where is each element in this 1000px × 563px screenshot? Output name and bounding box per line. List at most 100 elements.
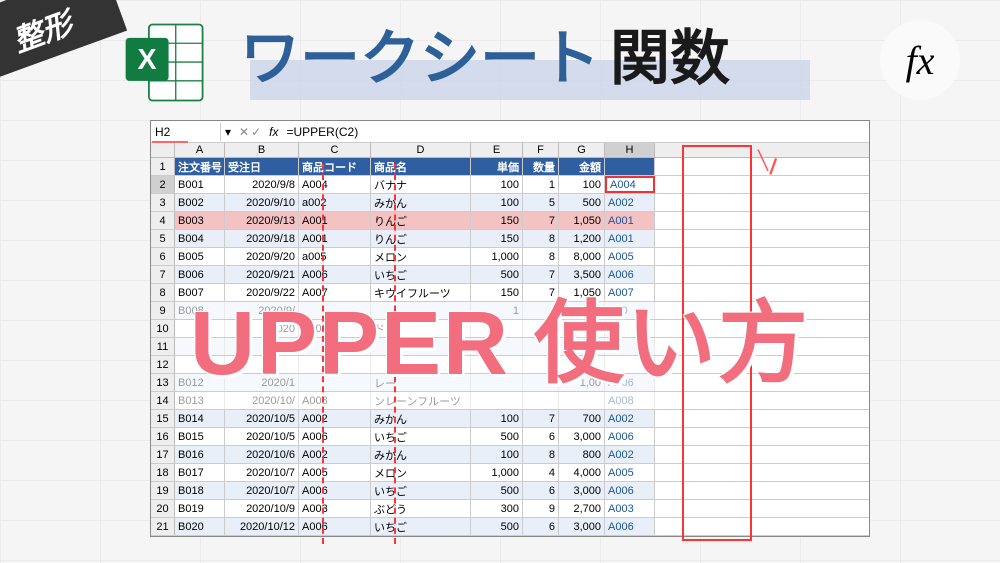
cell-order-no[interactable]: B012 — [175, 374, 225, 391]
cell-order-date[interactable]: 2020/9/13 — [225, 212, 299, 229]
cell-order-date[interactable]: 2020/1 — [225, 374, 299, 391]
cell-code[interactable]: A006 — [299, 266, 371, 283]
row-header[interactable]: 9 — [151, 302, 175, 319]
row-header[interactable]: 18 — [151, 464, 175, 481]
cell-qty[interactable]: 10 — [523, 320, 559, 337]
cell-upper[interactable]: A006 — [605, 518, 655, 535]
cell-price[interactable]: 150 — [471, 212, 523, 229]
formula-input[interactable]: =UPPER(C2) — [283, 123, 870, 141]
cell-qty[interactable]: 6 — [523, 518, 559, 535]
cell-name[interactable]: ンレーンフルーツ — [371, 392, 471, 409]
hdr-amount[interactable]: 金額 — [559, 158, 605, 175]
hdr-h[interactable] — [605, 158, 655, 175]
cell-amount[interactable]: 1,050 — [559, 284, 605, 301]
cell-amount[interactable]: 4,000 — [559, 464, 605, 481]
row-header[interactable]: 21 — [151, 518, 175, 535]
col-header-D[interactable]: D — [371, 143, 471, 157]
cell-amount[interactable]: 500 — [559, 194, 605, 211]
cell-order-no[interactable]: B001 — [175, 176, 225, 193]
cell-name[interactable]: メロン — [371, 248, 471, 265]
cell-order-no[interactable]: B004 — [175, 230, 225, 247]
cell-order-no[interactable]: B018 — [175, 482, 225, 499]
cell-name[interactable] — [371, 338, 471, 355]
cell-qty[interactable]: 5 — [523, 194, 559, 211]
cell-code[interactable]: A007 — [299, 284, 371, 301]
cell-order-no[interactable] — [175, 356, 225, 373]
cell-qty[interactable]: 1 — [523, 176, 559, 193]
cell-amount[interactable]: 3,000 — [559, 428, 605, 445]
cell-code[interactable]: A002 — [299, 410, 371, 427]
cell-upper[interactable]: A006 — [605, 428, 655, 445]
cell-qty[interactable]: 9 — [523, 500, 559, 517]
hdr-code[interactable]: 商品コード — [299, 158, 371, 175]
select-all-corner[interactable] — [151, 143, 175, 157]
cell-upper[interactable]: A003 — [605, 500, 655, 517]
cell-name[interactable]: レー — [371, 374, 471, 391]
cell-name[interactable]: いちご — [371, 482, 471, 499]
cell-price[interactable]: 300 — [471, 500, 523, 517]
namebox-dropdown-icon[interactable]: ▾ — [221, 125, 235, 139]
cell-code[interactable]: A006 — [299, 518, 371, 535]
cell-name[interactable]: バナナ — [371, 176, 471, 193]
cell-amount[interactable]: 100 — [559, 176, 605, 193]
cell-price[interactable]: 100 — [471, 410, 523, 427]
cell-amount[interactable]: 800 — [559, 446, 605, 463]
cell-code[interactable] — [299, 374, 371, 391]
cell-price[interactable] — [471, 392, 523, 409]
cell-order-date[interactable]: 2020/10/7 — [225, 482, 299, 499]
cell-name[interactable]: いちご — [371, 428, 471, 445]
cell-name[interactable]: ぶどう — [371, 500, 471, 517]
cell-price[interactable]: 500 — [471, 482, 523, 499]
cell-name[interactable] — [371, 356, 471, 373]
cell-amount[interactable] — [559, 338, 605, 355]
cell-name[interactable]: メロン — [371, 464, 471, 481]
cell-upper[interactable]: A005 — [605, 248, 655, 265]
cell-order-date[interactable]: 2020/9/8 — [225, 176, 299, 193]
cell-order-date[interactable]: 2020/9/10 — [225, 194, 299, 211]
cell-price[interactable]: 500 — [471, 266, 523, 283]
cell-order-date[interactable]: 2020/10/5 — [225, 428, 299, 445]
cell-upper[interactable]: A002 — [605, 446, 655, 463]
cell-code[interactable] — [299, 302, 371, 319]
cell-code[interactable]: A005 — [299, 464, 371, 481]
cell-qty[interactable]: 0 — [523, 338, 559, 355]
cell-qty[interactable]: 7 — [523, 410, 559, 427]
cell-qty[interactable]: 7 — [523, 284, 559, 301]
row-header[interactable]: 8 — [151, 284, 175, 301]
cell-code[interactable] — [299, 356, 371, 373]
cell-amount[interactable]: 3,500 — [559, 266, 605, 283]
cell-name[interactable]: みかん — [371, 446, 471, 463]
cell-order-date[interactable]: 2020/9/21 — [225, 266, 299, 283]
cell-upper[interactable]: A001 — [605, 212, 655, 229]
cell-name[interactable]: いちご — [371, 266, 471, 283]
cell-price[interactable]: 500 — [471, 518, 523, 535]
cell-order-no[interactable]: B007 — [175, 284, 225, 301]
row-header[interactable]: 13 — [151, 374, 175, 391]
cell-amount[interactable]: 900 — [559, 302, 605, 319]
row-header[interactable]: 4 — [151, 212, 175, 229]
hdr-price[interactable]: 単価 — [471, 158, 523, 175]
cell-order-no[interactable]: B014 — [175, 410, 225, 427]
cell-order-no[interactable]: B006 — [175, 266, 225, 283]
cell-amount[interactable]: 1,050 — [559, 212, 605, 229]
fx-icon[interactable]: fx — [265, 125, 282, 139]
cell-order-no[interactable] — [175, 338, 225, 355]
row-header[interactable]: 7 — [151, 266, 175, 283]
cell-order-date[interactable] — [225, 338, 299, 355]
cell-code[interactable]: A002 — [299, 446, 371, 463]
cell-order-date[interactable]: 2020/10/6 — [225, 446, 299, 463]
cell-order-no[interactable]: B020 — [175, 518, 225, 535]
row-header[interactable]: 1 — [151, 158, 175, 175]
cell-price[interactable]: 100 — [471, 446, 523, 463]
cell-name[interactable] — [371, 302, 471, 319]
col-header-B[interactable]: B — [225, 143, 299, 157]
cell-code[interactable]: A009 — [299, 320, 371, 337]
cell-price[interactable]: 500 — [471, 428, 523, 445]
cell-name[interactable]: キウイフルーツ — [371, 284, 471, 301]
cell-upper[interactable]: A006 — [605, 374, 655, 391]
cell-order-date[interactable]: 2020/10/9 — [225, 500, 299, 517]
cell-price[interactable] — [471, 338, 523, 355]
cell-order-date[interactable]: 2020/9/ — [225, 302, 299, 319]
cell-order-no[interactable]: B003 — [175, 212, 225, 229]
cell-qty[interactable]: 7 — [523, 266, 559, 283]
